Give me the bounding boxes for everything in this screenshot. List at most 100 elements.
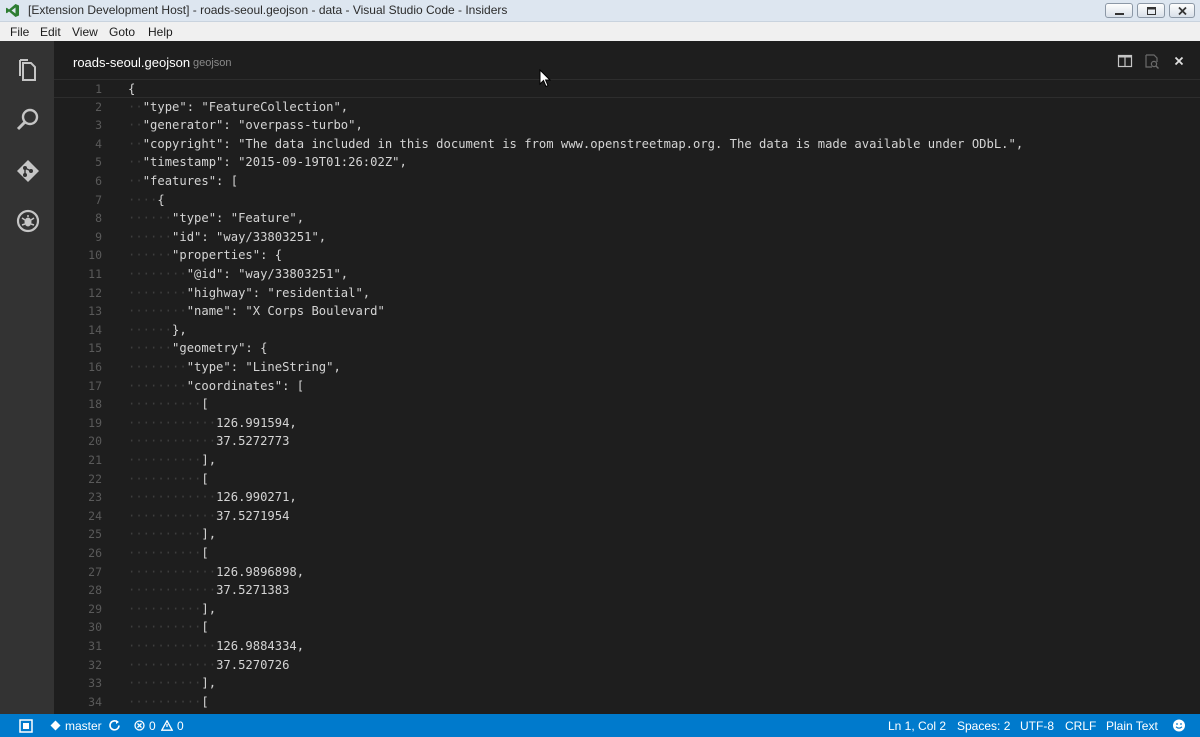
code-text[interactable]: ··········[ (128, 470, 209, 489)
code-line[interactable]: 14 ······}, (54, 321, 1200, 340)
code-text[interactable]: ····{ (128, 191, 165, 210)
code-line[interactable]: 3 ··"generator": "overpass-turbo", (54, 116, 1200, 135)
minimize-button[interactable] (1105, 3, 1133, 18)
code-line[interactable]: 11 ········"@id": "way/33803251", (54, 265, 1200, 284)
code-line[interactable]: 13 ········"name": "X Corps Boulevard" (54, 302, 1200, 321)
code-line[interactable]: 30 ··········[ (54, 618, 1200, 637)
code-text[interactable]: ··········], (128, 525, 216, 544)
code-line[interactable]: 20 ············37.5272773 (54, 432, 1200, 451)
search-icon[interactable] (15, 107, 41, 133)
warning-count[interactable]: 0 (177, 719, 184, 733)
code-text[interactable]: ··"type": "FeatureCollection", (128, 98, 348, 117)
code-line[interactable]: 16 ········"type": "LineString", (54, 358, 1200, 377)
code-line[interactable]: 8 ······"type": "Feature", (54, 209, 1200, 228)
line-ending[interactable]: CRLF (1065, 719, 1096, 733)
editor-filename[interactable]: roads-seoul.geojson (73, 55, 190, 70)
code-line[interactable]: 29 ··········], (54, 600, 1200, 619)
code-text[interactable]: ··········[ (128, 544, 209, 563)
code-text[interactable]: ··"timestamp": "2015-09-19T01:26:02Z", (128, 153, 407, 172)
code-text[interactable]: ··········[ (128, 395, 209, 414)
code-text[interactable]: ········"@id": "way/33803251", (128, 265, 348, 284)
sync-icon[interactable] (108, 719, 121, 732)
code-text[interactable]: ··········[ (128, 693, 209, 712)
code-text[interactable]: ······}, (128, 321, 187, 340)
code-line[interactable]: 5 ··"timestamp": "2015-09-19T01:26:02Z", (54, 153, 1200, 172)
code-line[interactable]: 19 ············126.991594, (54, 414, 1200, 433)
error-count[interactable]: 0 (149, 719, 156, 733)
code-text[interactable]: ············37.5271383 (128, 581, 289, 600)
menu-file[interactable]: File (10, 25, 29, 39)
encoding[interactable]: UTF-8 (1020, 719, 1054, 733)
code-text[interactable]: ··········], (128, 451, 216, 470)
code-line[interactable]: 28 ············37.5271383 (54, 581, 1200, 600)
code-text[interactable]: ··"copyright": "The data included in thi… (128, 135, 1023, 154)
menu-goto[interactable]: Goto (109, 25, 135, 39)
code-text[interactable]: ······"properties": { (128, 246, 282, 265)
code-text[interactable]: ············126.991594, (128, 414, 297, 433)
code-line[interactable]: 25 ··········], (54, 525, 1200, 544)
git-icon[interactable] (15, 158, 41, 184)
code-text[interactable]: ············37.5272773 (128, 432, 289, 451)
code-line[interactable]: 26 ··········[ (54, 544, 1200, 563)
code-line[interactable]: 21 ··········], (54, 451, 1200, 470)
code-line[interactable]: 2 ··"type": "FeatureCollection", (54, 98, 1200, 117)
code-line[interactable]: 10 ······"properties": { (54, 246, 1200, 265)
code-text[interactable]: ········"name": "X Corps Boulevard" (128, 302, 385, 321)
window-close-button[interactable] (1169, 3, 1195, 18)
cursor-position[interactable]: Ln 1, Col 2 (888, 719, 946, 733)
files-icon[interactable] (15, 57, 41, 83)
code-line[interactable]: 24 ············37.5271954 (54, 507, 1200, 526)
code-text[interactable]: ········"coordinates": [ (128, 377, 304, 396)
code-text[interactable]: ··········], (128, 600, 216, 619)
code-line[interactable]: 4 ··"copyright": "The data included in th… (54, 135, 1200, 154)
maximize-button[interactable] (1137, 3, 1165, 18)
code-text[interactable]: ············37.5271954 (128, 507, 289, 526)
code-line[interactable]: 12 ········"highway": "residential", (54, 284, 1200, 303)
code-line[interactable]: 34 ··········[ (54, 693, 1200, 712)
code-line[interactable]: 7 ····{ (54, 191, 1200, 210)
code-line[interactable]: 33 ··········], (54, 674, 1200, 693)
code-line[interactable]: 32 ············37.5270726 (54, 656, 1200, 675)
git-branch[interactable]: master (65, 719, 102, 733)
code-line[interactable]: 31 ············126.9884334, (54, 637, 1200, 656)
indentation-setting[interactable]: Spaces: 2 (957, 719, 1010, 733)
code-area[interactable]: 1{2 ··"type": "FeatureCollection", 3 ··"gen… (54, 77, 1200, 714)
code-line[interactable]: 9 ······"id": "way/33803251", (54, 228, 1200, 247)
code-line[interactable]: 17 ········"coordinates": [ (54, 377, 1200, 396)
code-text[interactable]: ············37.5270726 (128, 656, 289, 675)
code-text[interactable]: ········"highway": "residential", (128, 284, 370, 303)
code-text[interactable]: ··"generator": "overpass-turbo", (128, 116, 363, 135)
close-icon[interactable] (1171, 53, 1187, 69)
menu-edit[interactable]: Edit (40, 25, 61, 39)
code-line[interactable]: 1{ (54, 79, 1200, 98)
code-text[interactable]: ······"id": "way/33803251", (128, 228, 326, 247)
error-icon[interactable] (134, 720, 145, 731)
code-text[interactable]: { (128, 80, 135, 99)
code-text[interactable]: ··"features": [ (128, 172, 238, 191)
warning-icon[interactable] (161, 720, 173, 731)
code-line[interactable]: 18 ··········[ (54, 395, 1200, 414)
code-line[interactable]: 23 ············126.990271, (54, 488, 1200, 507)
code-text[interactable]: ··········[ (128, 618, 209, 637)
menu-help[interactable]: Help (148, 25, 173, 39)
code-text[interactable]: ········"type": "LineString", (128, 358, 341, 377)
code-text[interactable]: ············126.9896898, (128, 563, 304, 582)
code-text[interactable]: ······"type": "Feature", (128, 209, 304, 228)
explorer-toggle-icon[interactable] (19, 719, 33, 733)
code-text[interactable]: ············126.990271, (128, 488, 297, 507)
language-mode[interactable]: Plain Text (1106, 719, 1158, 733)
menu-view[interactable]: View (72, 25, 98, 39)
code-line[interactable]: 27 ············126.9896898, (54, 563, 1200, 582)
code-line[interactable]: 15 ······"geometry": { (54, 339, 1200, 358)
code-text[interactable]: ··········], (128, 674, 216, 693)
open-changes-icon[interactable] (1144, 53, 1160, 69)
code-text[interactable]: ············126.9884334, (128, 637, 304, 656)
line-number: 20 (88, 434, 102, 449)
code-text[interactable]: ······"geometry": { (128, 339, 267, 358)
code-line[interactable]: 6 ··"features": [ (54, 172, 1200, 191)
feedback-smiley-icon[interactable] (1171, 718, 1187, 733)
debug-icon[interactable] (15, 208, 41, 234)
line-number: 10 (88, 248, 102, 263)
split-editor-icon[interactable] (1117, 53, 1133, 69)
code-line[interactable]: 22 ··········[ (54, 470, 1200, 489)
